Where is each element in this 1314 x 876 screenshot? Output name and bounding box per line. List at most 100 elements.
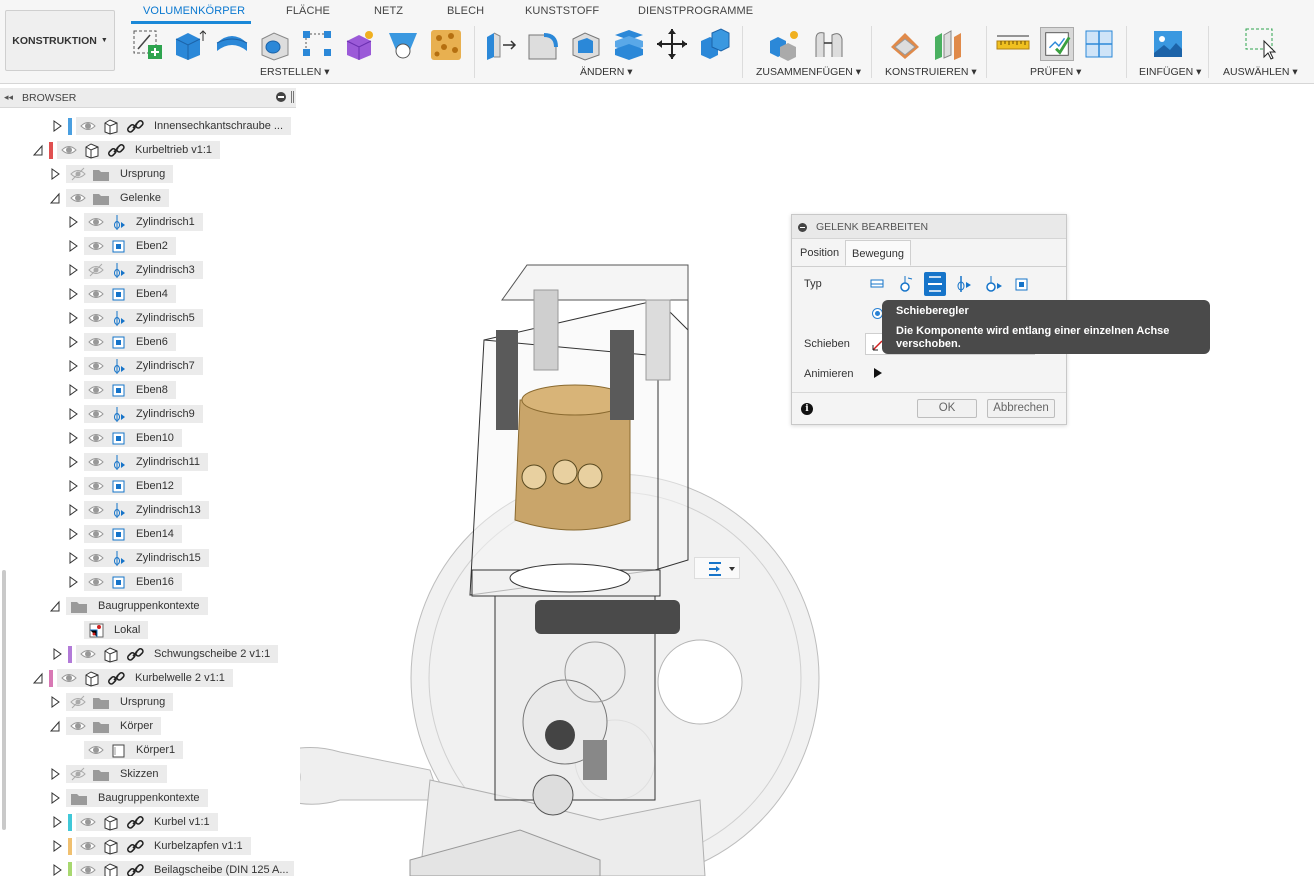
browser-tree-row[interactable]: Zylindrisch15 — [0, 546, 296, 570]
pin-panel-icon[interactable] — [291, 91, 294, 103]
browser-tree-row[interactable]: Eben10 — [0, 426, 296, 450]
visibility-eye-icon[interactable] — [80, 815, 96, 829]
browser-tree-row[interactable]: Körper1 — [0, 738, 296, 762]
browser-tree-row[interactable]: Zylindrisch13 — [0, 498, 296, 522]
interference-check-icon[interactable] — [1040, 27, 1074, 61]
joint-drag-widget[interactable] — [694, 557, 740, 579]
collapse-arrow-icon[interactable] — [32, 672, 43, 684]
visibility-eye-icon[interactable] — [61, 671, 77, 685]
visibility-eye-icon[interactable] — [88, 503, 104, 517]
fillet-icon[interactable] — [526, 27, 560, 61]
group-zusammenfuegen-dropdown[interactable]: ZUSAMMENFÜGEN ▾ — [756, 66, 861, 78]
visibility-eye-icon[interactable] — [88, 455, 104, 469]
browser-tree-row[interactable]: Zylindrisch3 — [0, 258, 296, 282]
visibility-eye-icon[interactable] — [80, 647, 96, 661]
pin-slot-joint-icon[interactable] — [982, 272, 1004, 296]
group-pruefen-dropdown[interactable]: PRÜFEN ▾ — [1030, 66, 1081, 78]
expand-arrow-icon[interactable] — [68, 456, 78, 468]
tab-position[interactable]: Position — [794, 240, 845, 266]
visibility-eye-icon[interactable] — [70, 719, 86, 733]
lattice-icon[interactable] — [429, 27, 463, 61]
expand-arrow-icon[interactable] — [68, 336, 78, 348]
visibility-eye-icon[interactable] — [88, 431, 104, 445]
expand-arrow-icon[interactable] — [68, 264, 78, 276]
group-konstruieren-dropdown[interactable]: KONSTRUIEREN ▾ — [885, 66, 977, 78]
browser-tree-row[interactable]: Kurbel v1:1 — [0, 810, 296, 834]
browser-tree-row[interactable]: Ursprung — [0, 690, 296, 714]
browser-tree-row[interactable]: Körper — [0, 714, 296, 738]
visibility-hidden-icon[interactable] — [88, 263, 104, 277]
cylindrical-joint-icon[interactable] — [953, 272, 975, 296]
browser-tree-row[interactable]: Eben6 — [0, 330, 296, 354]
info-icon[interactable]: i — [801, 403, 813, 415]
browser-tree-row[interactable]: Baugruppenkontexte — [0, 786, 296, 810]
revolute-joint-icon[interactable] — [895, 272, 917, 296]
joint-icon[interactable] — [812, 27, 846, 61]
create-form-icon[interactable] — [343, 27, 377, 61]
expand-arrow-icon[interactable] — [68, 384, 78, 396]
visibility-eye-icon[interactable] — [70, 191, 86, 205]
play-animation-icon[interactable] — [874, 368, 882, 378]
expand-arrow-icon[interactable] — [68, 504, 78, 516]
pattern-icon[interactable] — [300, 27, 334, 61]
visibility-eye-icon[interactable] — [80, 863, 96, 876]
expand-arrow-icon[interactable] — [52, 840, 62, 852]
press-pull-icon[interactable] — [484, 27, 518, 61]
workspace-switcher-button[interactable]: KONSTRUKTION ▼ — [5, 10, 115, 71]
visibility-eye-icon[interactable] — [80, 119, 96, 133]
visibility-eye-icon[interactable] — [80, 839, 96, 853]
midplane-icon[interactable] — [932, 27, 966, 61]
expand-arrow-icon[interactable] — [52, 648, 62, 660]
tab-dienstprogramme[interactable]: DIENSTPROGRAMME — [638, 5, 753, 17]
planar-joint-icon[interactable] — [1011, 272, 1033, 296]
expand-arrow-icon[interactable] — [68, 528, 78, 540]
expand-arrow-icon[interactable] — [50, 168, 60, 180]
tab-volumenkoerper[interactable]: VOLUMENKÖRPER — [143, 5, 245, 17]
browser-tree-row[interactable]: Eben8 — [0, 378, 296, 402]
derive-icon[interactable] — [386, 27, 420, 61]
visibility-eye-icon[interactable] — [88, 311, 104, 325]
expand-arrow-icon[interactable] — [68, 216, 78, 228]
tab-blech[interactable]: BLECH — [447, 5, 484, 17]
expand-arrow-icon[interactable] — [52, 864, 62, 876]
create-sketch-icon[interactable] — [130, 27, 164, 61]
visibility-eye-icon[interactable] — [88, 407, 104, 421]
browser-tree-row[interactable]: Eben2 — [0, 234, 296, 258]
visibility-eye-icon[interactable] — [88, 287, 104, 301]
combine-icon[interactable] — [698, 27, 732, 61]
expand-arrow-icon[interactable] — [68, 312, 78, 324]
visibility-eye-icon[interactable] — [88, 383, 104, 397]
visibility-eye-icon[interactable] — [88, 551, 104, 565]
visibility-eye-icon[interactable] — [88, 743, 104, 757]
browser-tree-row[interactable]: Innensechkantschraube ... — [0, 114, 296, 138]
browser-tree-row[interactable]: Lokal — [0, 618, 296, 642]
browser-tree-row[interactable]: Kurbelzapfen v1:1 — [0, 834, 296, 858]
browser-tree-row[interactable]: Zylindrisch1 — [0, 210, 296, 234]
browser-tree-row[interactable]: Kurbeltrieb v1:1 — [0, 138, 296, 162]
browser-tree-row[interactable]: Zylindrisch9 — [0, 402, 296, 426]
ok-button[interactable]: OK — [917, 399, 977, 418]
expand-arrow-icon[interactable] — [68, 288, 78, 300]
revolve-icon[interactable] — [215, 27, 249, 61]
move-copy-icon[interactable] — [655, 27, 689, 61]
collapse-arrow-icon[interactable] — [32, 144, 43, 156]
section-analysis-icon[interactable] — [1082, 27, 1116, 61]
collapse-arrow-icon[interactable] — [49, 600, 60, 612]
visibility-eye-icon[interactable] — [61, 143, 77, 157]
browser-tree-row[interactable]: Eben16 — [0, 570, 296, 594]
minimize-icon[interactable] — [276, 92, 286, 102]
visibility-eye-icon[interactable] — [88, 335, 104, 349]
expand-arrow-icon[interactable] — [68, 360, 78, 372]
browser-tree-row[interactable]: Eben14 — [0, 522, 296, 546]
expand-arrow-icon[interactable] — [68, 480, 78, 492]
3d-viewport[interactable] — [300, 84, 1314, 876]
tab-flaeche[interactable]: FLÄCHE — [286, 5, 330, 17]
browser-tree-row[interactable]: Zylindrisch7 — [0, 354, 296, 378]
offset-plane-icon[interactable] — [889, 27, 923, 61]
measure-icon[interactable] — [996, 27, 1030, 61]
expand-arrow-icon[interactable] — [68, 576, 78, 588]
browser-tree-row[interactable]: Zylindrisch11 — [0, 450, 296, 474]
group-einfuegen-dropdown[interactable]: EINFÜGEN ▾ — [1139, 66, 1201, 78]
insert-image-icon[interactable] — [1151, 27, 1185, 61]
browser-tree-row[interactable]: Ursprung — [0, 162, 296, 186]
